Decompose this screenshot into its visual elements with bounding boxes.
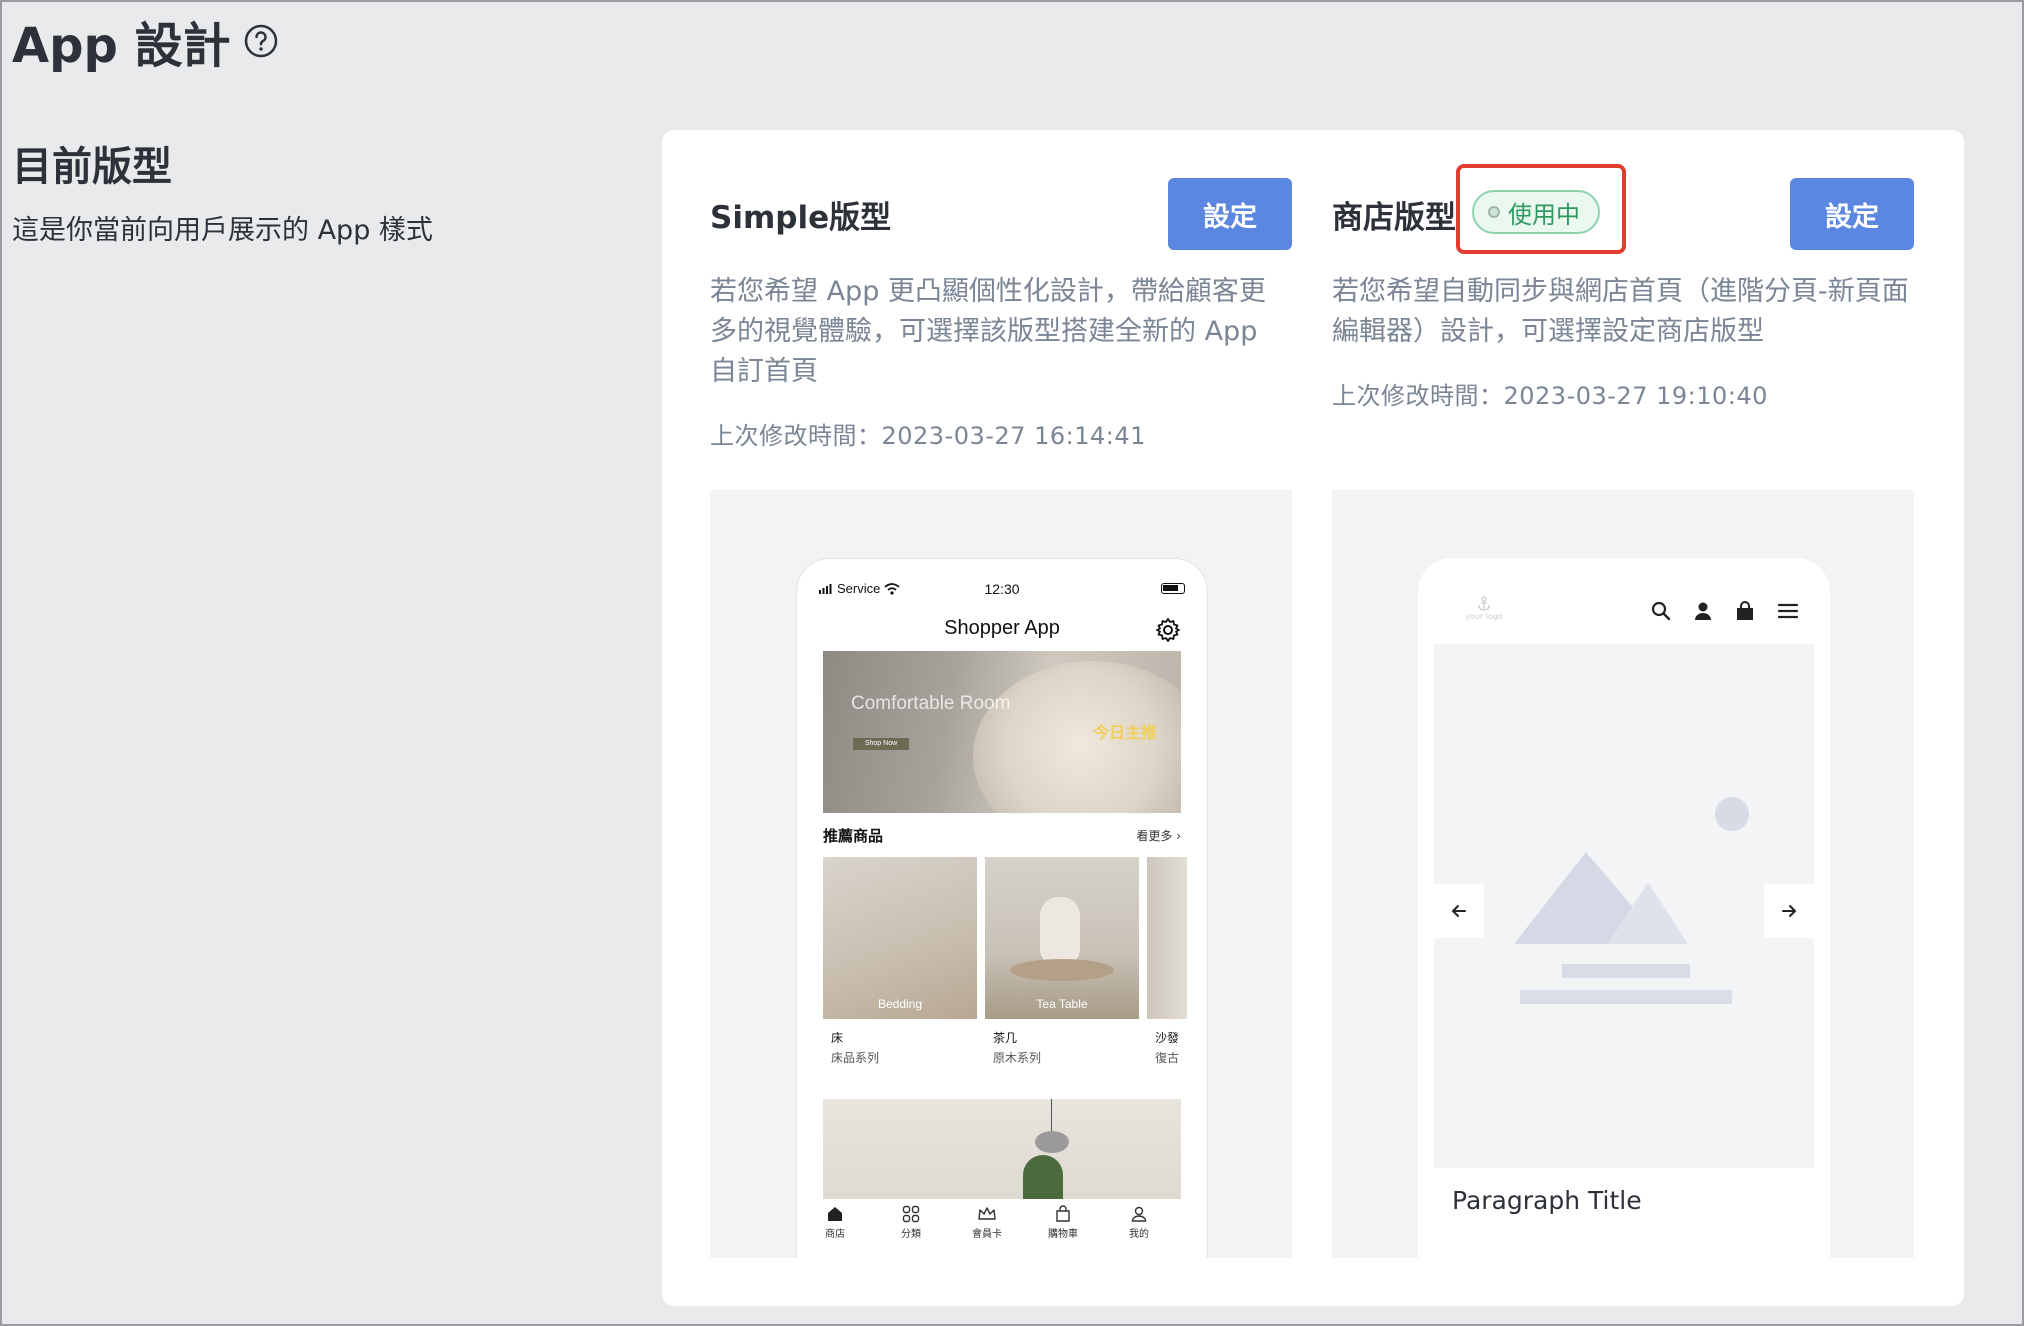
recommend-more-link: 看更多 ›	[1136, 829, 1181, 843]
simple-settings-button[interactable]: 設定	[1168, 178, 1292, 250]
user-icon	[1131, 1206, 1147, 1222]
product-series: 復古	[1155, 1051, 1180, 1065]
product-name: 沙發	[1155, 1031, 1180, 1045]
store-template: 商店版型 使用中 設定 若您希望自動同步與網店首頁（進階分頁-新頁面編輯器）設計…	[1332, 130, 1914, 1258]
banner-shop-button: Shop Now	[853, 738, 909, 750]
tab-store: 商店	[797, 1205, 873, 1240]
product-card: Bedding 床 床品系列	[823, 857, 977, 1083]
carousel-prev	[1434, 884, 1484, 938]
signal-icon	[819, 583, 832, 594]
banner-tag: 今日主推	[1092, 723, 1157, 742]
product-series: 床品系列	[831, 1051, 880, 1065]
app-title: Shopper App	[944, 617, 1060, 639]
product-series: 原木系列	[993, 1051, 1042, 1065]
anchor-icon	[1478, 596, 1490, 611]
search-icon	[1651, 601, 1671, 621]
tab-profile: 我的	[1101, 1205, 1177, 1240]
last-modified-time: 上次修改時間：2023-03-27 19:10:40	[1332, 382, 1768, 410]
template-description: 若您希望自動同步與網店首頁（進階分頁-新頁面編輯器）設計，可選擇設定商店版型	[1332, 276, 1909, 347]
store-settings-button[interactable]: 設定	[1790, 178, 1914, 250]
section-description: 這是你當前向用戶展示的 App 樣式	[12, 215, 433, 246]
carousel-placeholder	[1434, 644, 1814, 1168]
arrow-left-icon	[1452, 905, 1466, 917]
templates-card: Simple版型 設定 若您希望 App 更凸顯個性化設計，帶給顧客更多的視覺體…	[662, 130, 1964, 1306]
user-icon	[1695, 602, 1711, 620]
tab-member-card: 會員卡	[949, 1205, 1025, 1240]
phone-mockup: Service 12:30 Shopper App Comfortable Ro…	[796, 558, 1208, 1258]
product-image-label: Bedding	[877, 997, 923, 1011]
logo-placeholder: your logo	[1464, 596, 1504, 632]
status-label: 使用中	[1508, 200, 1580, 229]
status-dot	[1488, 206, 1500, 218]
product-name: 床	[831, 1031, 844, 1045]
tab-category: 分類	[873, 1205, 949, 1240]
shopping-bag-icon	[1056, 1205, 1070, 1222]
store-template-preview: your logo Paragraph Title	[1332, 490, 1914, 1258]
phone-tab-bar: 商店 分類 會員卡 購物車 我的	[797, 1199, 1207, 1258]
gear-icon	[1156, 618, 1180, 642]
store-header: your logo	[1434, 588, 1814, 644]
section-title: 目前版型	[12, 144, 172, 190]
menu-icon	[1777, 603, 1799, 619]
template-name: 商店版型	[1332, 200, 1456, 236]
page-title: App 設計	[12, 6, 279, 76]
carousel-next	[1764, 884, 1814, 938]
product-card: Tea Table 茶几 原木系列	[985, 857, 1139, 1083]
wifi-icon	[884, 582, 900, 595]
product-list: Bedding 床 床品系列 Tea Table 茶几 原木系列 沙發 復古	[823, 857, 1207, 1083]
help-icon[interactable]	[243, 23, 279, 59]
product-image	[1147, 857, 1187, 1019]
phone-status-bar: Service 12:30	[819, 581, 1185, 601]
image-placeholder-icon	[1514, 797, 1749, 1004]
banner-title: Comfortable Room	[851, 693, 1011, 714]
carrier-label: Service	[837, 581, 881, 596]
simple-template: Simple版型 設定 若您希望 App 更凸顯個性化設計，帶給顧客更多的視覺體…	[710, 130, 1292, 1258]
arrow-right-icon	[1782, 905, 1796, 917]
shopping-bag-icon	[1737, 601, 1753, 620]
template-description: 若您希望 App 更凸顯個性化設計，帶給顧客更多的視覺體驗，可選擇該版型搭建全新…	[710, 276, 1266, 387]
battery-icon	[1161, 583, 1185, 594]
last-modified-time: 上次修改時間：2023-03-27 16:14:41	[710, 422, 1146, 450]
simple-template-preview: Service 12:30 Shopper App Comfortable Ro…	[710, 490, 1292, 1258]
status-badge: 使用中	[1472, 190, 1600, 234]
page-title-text: App 設計	[12, 18, 231, 74]
crown-icon	[978, 1207, 996, 1220]
banner-image: Comfortable Room Shop Now 今日主推	[823, 651, 1181, 813]
recommend-title: 推薦商品	[823, 827, 884, 845]
status-time: 12:30	[984, 581, 1020, 597]
product-card: 沙發 復古	[1147, 857, 1187, 1083]
category-icon	[902, 1205, 920, 1223]
home-icon	[828, 1207, 842, 1221]
phone-mockup: your logo Paragraph Title	[1418, 558, 1830, 1258]
product-image: Bedding	[823, 857, 977, 1019]
product-image: Tea Table	[985, 857, 1139, 1019]
product-name: 茶几	[993, 1031, 1018, 1045]
template-name: Simple版型	[710, 200, 892, 236]
logo-text: your logo	[1465, 612, 1503, 621]
paragraph-title: Paragraph Title	[1452, 1186, 1642, 1215]
tab-cart: 購物車	[1025, 1205, 1101, 1240]
product-image-label: Tea Table	[1036, 997, 1088, 1011]
